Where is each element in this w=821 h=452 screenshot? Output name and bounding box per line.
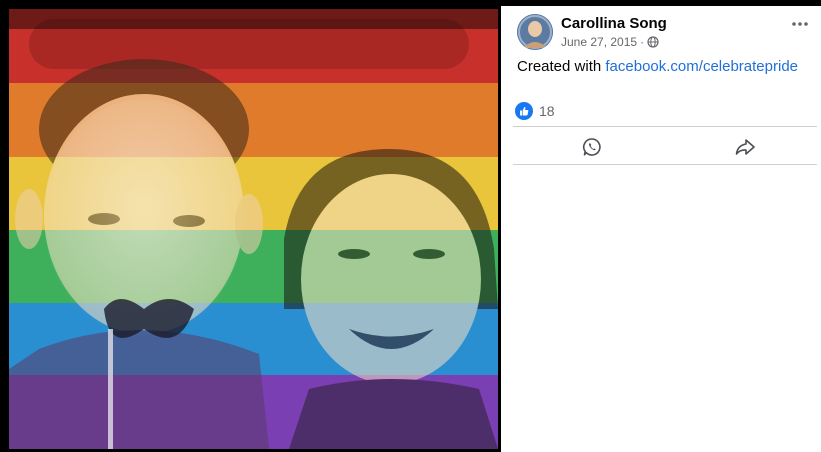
rainbow-filtered-photo [9,9,498,449]
post-meta: June 27, 2015 · [561,35,659,49]
divider-top [513,126,817,127]
post-text-prefix: Created with [517,58,602,75]
more-options-icon[interactable] [789,16,811,32]
post-photo[interactable] [9,9,498,449]
person-right [284,149,498,449]
like-icon [515,102,533,120]
separator-dot: · [640,35,645,49]
divider-bottom [513,164,817,165]
post-text: Created with facebook.com/celebratepride [517,58,798,75]
post-date[interactable]: June 27, 2015 [561,35,637,49]
whatsapp-share-button[interactable] [578,134,606,160]
celebratepride-link[interactable]: facebook.com/celebratepride [605,58,798,75]
like-count: 18 [539,103,555,119]
reactions-summary[interactable]: 18 [515,102,555,120]
share-button[interactable] [731,134,759,160]
post-frame: Carollina Song June 27, 2015 · Created w… [0,0,821,452]
whatsapp-icon [582,138,601,156]
avatar-image [517,14,553,50]
globe-icon[interactable] [647,36,659,48]
avatar[interactable] [517,14,553,50]
post-details-panel: Carollina Song June 27, 2015 · Created w… [501,6,821,452]
share-icon [735,139,755,155]
author-name[interactable]: Carollina Song [561,15,667,32]
